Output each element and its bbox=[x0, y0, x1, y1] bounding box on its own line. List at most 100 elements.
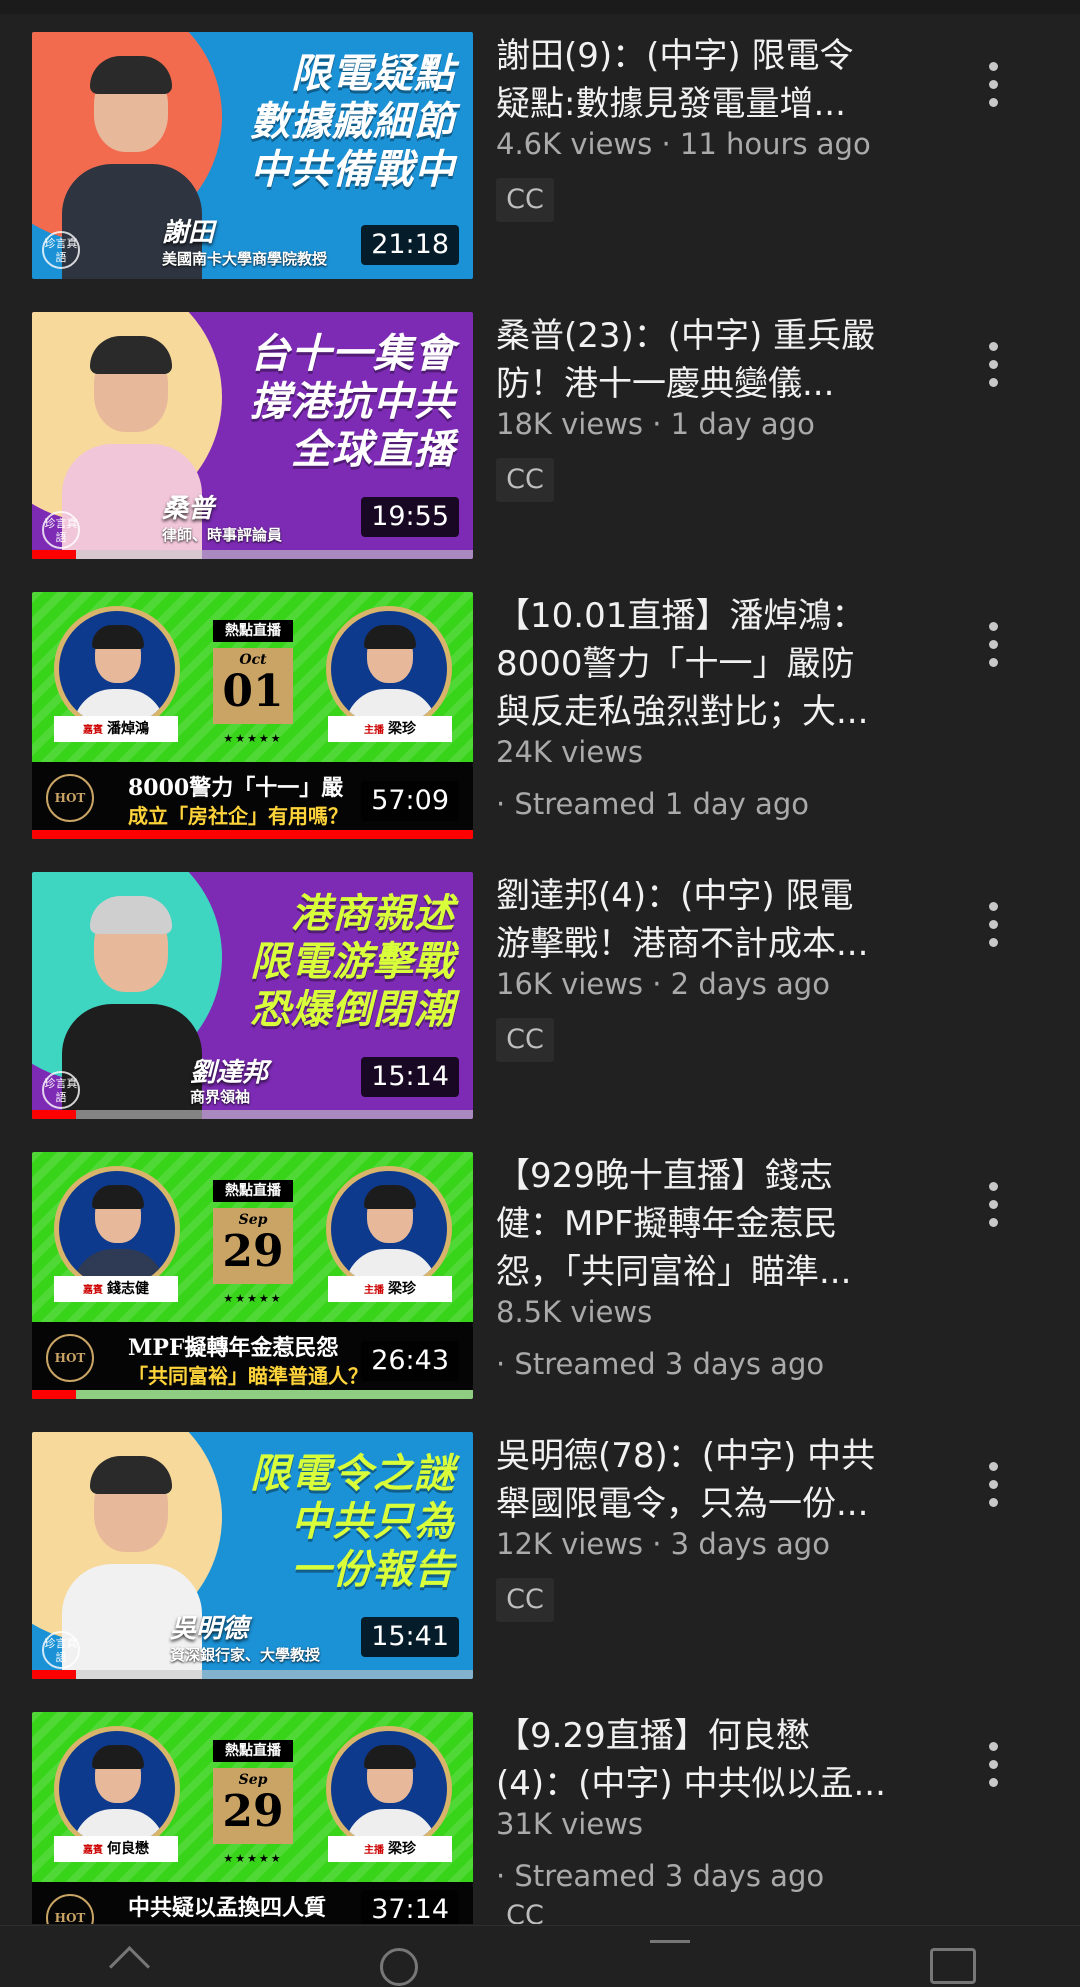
host-ribbon: 主播 梁珍 bbox=[328, 1276, 452, 1302]
live-tag: 熱點直播 bbox=[213, 620, 293, 642]
library-icon[interactable] bbox=[930, 1948, 976, 1984]
banner-line-1: 中共疑以孟換四人質 bbox=[128, 1895, 327, 1921]
video-meta: 4.6K views · 11 hours ago bbox=[496, 127, 871, 161]
video-item[interactable]: 嘉賓 錢志健 熱點直播 Sep 29 ★★★★★ 主播 梁珍 HOT MPF擬轉年金惹… bbox=[0, 1152, 1080, 1414]
date-month: Sep bbox=[238, 1212, 268, 1228]
banner-line-2: 「共同富裕」瞄準普通人？ bbox=[128, 1364, 368, 1388]
thumb-name: 桑普 bbox=[162, 494, 215, 524]
video-item[interactable]: 限電令之謎 中共只為 一份報告 吳明德 資深銀行家、大學教授 珍言真語 15:41 … bbox=[0, 1432, 1080, 1694]
streamed-time: · Streamed 3 days ago bbox=[496, 1859, 825, 1893]
banner-line-1: MPF擬轉年金惹民怨 bbox=[128, 1335, 339, 1361]
video-title[interactable]: 【929晚十直播】錢志 健：MPF擬轉年金惹民 怨，「共同富裕」瞄準... bbox=[496, 1152, 916, 1296]
thumb-subtitle: 資深銀行家、大學教授 bbox=[170, 1646, 321, 1664]
streamed-time: · Streamed 3 days ago bbox=[496, 1347, 825, 1381]
channel-logo: 珍言真語 bbox=[42, 231, 80, 269]
thumb-subtitle: 美國南卡大學商學院教授 bbox=[162, 250, 328, 268]
video-thumbnail[interactable]: 限電疑點 數據藏細節 中共備戰中 謝田 美國南卡大學商學院教授 珍言真語 21:18 bbox=[32, 32, 473, 279]
duration-badge: 15:14 bbox=[361, 1057, 459, 1097]
video-title[interactable]: 桑普(23)：(中字) 重兵嚴 防！港十一慶典變儀... bbox=[496, 312, 916, 408]
cc-badge: CC bbox=[506, 1900, 544, 1924]
cc-badge: CC bbox=[496, 178, 554, 222]
guest-ribbon: 嘉賓 何良懋 bbox=[54, 1836, 178, 1862]
date-day: 29 bbox=[222, 1226, 284, 1277]
date-month: Oct bbox=[239, 652, 267, 668]
video-title[interactable]: 【9.29直播】何良懋 (4)：(中字) 中共似以孟... bbox=[496, 1712, 916, 1808]
video-item[interactable]: 嘉賓 潘焯鴻 熱點直播 Oct 01 ★★★★★ 主播 梁珍 HOT 8000警力「十… bbox=[0, 592, 1080, 854]
watch-progress bbox=[32, 550, 473, 559]
cc-badge: CC bbox=[496, 458, 554, 502]
thumb-subtitle: 商界領袖 bbox=[190, 1088, 251, 1106]
video-thumbnail[interactable]: 嘉賓 潘焯鴻 熱點直播 Oct 01 ★★★★★ 主播 梁珍 HOT 8000警力「十… bbox=[32, 592, 473, 839]
channel-logo: 珍言真語 bbox=[42, 1071, 80, 1109]
video-thumbnail[interactable]: 嘉賓 錢志健 熱點直播 Sep 29 ★★★★★ 主播 梁珍 HOT MPF擬轉年金惹… bbox=[32, 1152, 473, 1399]
status-strip bbox=[0, 0, 1080, 14]
watch-progress bbox=[32, 830, 473, 839]
live-tag: 熱點直播 bbox=[213, 1180, 293, 1202]
video-meta: 24K views bbox=[496, 735, 644, 769]
more-vert-icon[interactable] bbox=[975, 342, 1011, 394]
video-item[interactable]: 嘉賓 何良懋 熱點直播 Sep 29 ★★★★★ 主播 梁珍 HOT 中共疑以孟換四人… bbox=[0, 1712, 1080, 1924]
host-ribbon: 主播 梁珍 bbox=[328, 1836, 452, 1862]
streamed-time: · Streamed 1 day ago bbox=[496, 787, 809, 821]
video-meta: 8.5K views bbox=[496, 1295, 653, 1329]
guest-ribbon: 嘉賓 錢志健 bbox=[54, 1276, 178, 1302]
hot-badge: HOT bbox=[46, 1334, 94, 1382]
video-meta: 31K views bbox=[496, 1807, 644, 1841]
more-vert-icon[interactable] bbox=[975, 902, 1011, 954]
date-month: Sep bbox=[238, 1772, 268, 1788]
guest-portrait bbox=[54, 1726, 180, 1852]
host-portrait bbox=[326, 1726, 452, 1852]
thumb-name: 謝田 bbox=[162, 218, 215, 248]
more-vert-icon[interactable] bbox=[975, 62, 1011, 114]
guest-ribbon: 嘉賓 潘焯鴻 bbox=[54, 716, 178, 742]
thumb-name: 劉達邦 bbox=[190, 1058, 269, 1088]
video-title[interactable]: 吳明德(78)：(中字) 中共 舉國限電令，只為一份... bbox=[496, 1432, 916, 1528]
video-item[interactable]: 港商親述 限電游擊戰 恐爆倒閉潮 劉達邦 商界領袖 珍言真語 15:14 劉達邦(4… bbox=[0, 872, 1080, 1134]
more-vert-icon[interactable] bbox=[975, 622, 1011, 674]
more-vert-icon[interactable] bbox=[975, 1462, 1011, 1514]
thumb-headline: 港商親述 限電游擊戰 恐爆倒閉潮 bbox=[250, 891, 455, 1033]
guest-portrait bbox=[54, 1166, 180, 1292]
video-meta: 16K views · 2 days ago bbox=[496, 967, 830, 1001]
video-item[interactable]: 限電疑點 數據藏細節 中共備戰中 謝田 美國南卡大學商學院教授 珍言真語 21:18… bbox=[0, 32, 1080, 294]
stars-decoration: ★★★★★ bbox=[223, 732, 283, 745]
video-item[interactable]: 台十一集會 撐港抗中共 全球直播 桑普 律師、時事評論員 珍言真語 19:55 桑普… bbox=[0, 312, 1080, 574]
date-card: 熱點直播 Oct 01 bbox=[213, 620, 293, 730]
video-title[interactable]: 【10.01直播】潘焯鴻： 8000警力「十一」嚴防 與反走私強烈對比；大... bbox=[496, 592, 916, 736]
duration-badge: 21:18 bbox=[361, 225, 459, 265]
explore-icon[interactable] bbox=[380, 1948, 418, 1986]
thumb-headline: 限電疑點 數據藏細節 中共備戰中 bbox=[250, 51, 455, 193]
subscriptions-icon[interactable] bbox=[650, 1940, 690, 1973]
stars-decoration: ★★★★★ bbox=[223, 1852, 283, 1865]
date-card: 熱點直播 Sep 29 bbox=[213, 1180, 293, 1290]
date-day: 29 bbox=[222, 1786, 284, 1837]
video-thumbnail[interactable]: 嘉賓 何良懋 熱點直播 Sep 29 ★★★★★ 主播 梁珍 HOT 中共疑以孟換四人… bbox=[32, 1712, 473, 1924]
thumb-name: 吳明德 bbox=[170, 1614, 249, 1644]
video-thumbnail[interactable]: 限電令之謎 中共只為 一份報告 吳明德 資深銀行家、大學教授 珍言真語 15:41 bbox=[32, 1432, 473, 1679]
watch-progress bbox=[32, 1110, 473, 1119]
date-card: 熱點直播 Sep 29 bbox=[213, 1740, 293, 1850]
watch-progress bbox=[32, 1390, 473, 1399]
more-vert-icon[interactable] bbox=[975, 1182, 1011, 1234]
video-thumbnail[interactable]: 港商親述 限電游擊戰 恐爆倒閉潮 劉達邦 商界領袖 珍言真語 15:14 bbox=[32, 872, 473, 1119]
hot-badge: HOT bbox=[46, 774, 94, 822]
video-title[interactable]: 劉達邦(4)：(中字) 限電 游擊戰！港商不計成本... bbox=[496, 872, 916, 968]
live-tag: 熱點直播 bbox=[213, 1740, 293, 1762]
host-ribbon: 主播 梁珍 bbox=[328, 716, 452, 742]
more-vert-icon[interactable] bbox=[975, 1742, 1011, 1794]
video-meta: 12K views · 3 days ago bbox=[496, 1527, 830, 1561]
thumb-subtitle: 律師、時事評論員 bbox=[162, 526, 283, 544]
duration-badge: 57:09 bbox=[361, 781, 459, 821]
banner-line-1: 8000警力「十一」嚴 bbox=[128, 775, 344, 801]
video-thumbnail[interactable]: 台十一集會 撐港抗中共 全球直播 桑普 律師、時事評論員 珍言真語 19:55 bbox=[32, 312, 473, 559]
video-title[interactable]: 謝田(9)：(中字) 限電令 疑點:數據見發電量增... bbox=[496, 32, 916, 128]
bottom-navigation bbox=[0, 1925, 1080, 1987]
channel-logo: 珍言真語 bbox=[42, 1631, 80, 1669]
thumb-person bbox=[62, 894, 202, 1119]
stars-decoration: ★★★★★ bbox=[223, 1292, 283, 1305]
host-portrait bbox=[326, 606, 452, 732]
cc-badge: CC bbox=[496, 1018, 554, 1062]
home-icon[interactable] bbox=[108, 1945, 151, 1987]
guest-portrait bbox=[54, 606, 180, 732]
date-day: 01 bbox=[222, 666, 284, 717]
